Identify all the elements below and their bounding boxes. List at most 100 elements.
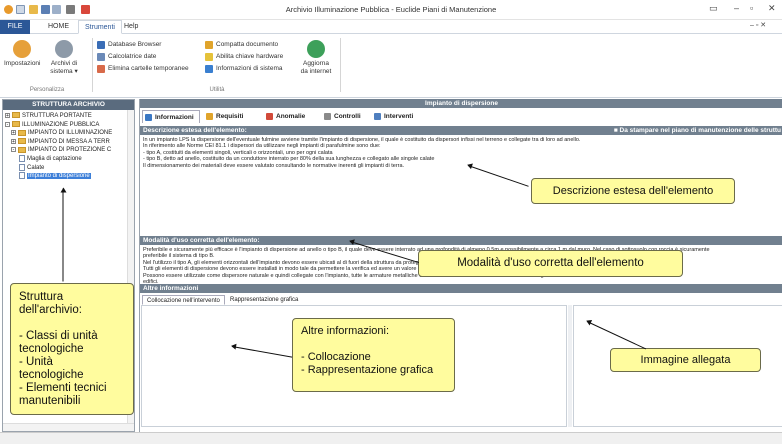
gear-icon: [55, 40, 73, 58]
doc-tab[interactable]: Controlli: [322, 110, 368, 123]
title-bar: Archivio Illuminazione Pubblica - Euclid…: [0, 0, 782, 20]
callout-descrizione: Descrizione estesa dell'elemento: [531, 178, 735, 204]
impostazioni-button[interactable]: Impostazioni: [4, 40, 41, 68]
tab-collocazione[interactable]: Collocazione nell'intervento: [142, 295, 225, 305]
callout-immagine: Immagine allegata: [610, 348, 761, 372]
maximize-icon[interactable]: ▫: [750, 3, 753, 13]
informazioni-sistema-button[interactable]: Informazioni di sistema: [205, 64, 282, 74]
doc-tab[interactable]: Anomalie: [264, 110, 318, 123]
ribbon: Impostazioni Archivi di sistema ▾ Databa…: [0, 34, 782, 98]
expand-icon[interactable]: +: [5, 112, 10, 118]
element-title: Impianto di dispersione: [140, 99, 782, 108]
tab-strumenti[interactable]: Strumenti: [78, 20, 122, 34]
status-bar: [0, 432, 782, 444]
compatta-documento-button[interactable]: Compatta documento: [205, 40, 278, 50]
callout-line: [19, 317, 125, 330]
calculator-icon: [97, 53, 105, 61]
expand-icon[interactable]: -: [11, 147, 16, 153]
tab-icon: [374, 113, 381, 120]
tree-item-label: IMPIANTO DI ILLUMINAZIONE: [28, 130, 113, 137]
restore-icon[interactable]: ▭: [709, 3, 718, 14]
callout-line: [301, 338, 446, 351]
callout-line: Altre informazioni:: [301, 325, 390, 337]
tab-icon: [145, 114, 152, 121]
eraser-icon: [97, 65, 105, 73]
tab-help[interactable]: Help: [118, 20, 144, 34]
callout-line: - Elementi tecnici: [19, 382, 107, 394]
tab-icon: [324, 113, 331, 120]
document-icon: [19, 155, 25, 162]
tree-item-label: IMPIANTO DI MESSA A TERR: [28, 138, 110, 145]
tree-item-label: Maglia di captazione: [27, 156, 82, 163]
callout-line: manutenibili: [19, 395, 81, 407]
expand-icon[interactable]: +: [11, 138, 16, 144]
horizontal-scrollbar[interactable]: [3, 423, 134, 431]
tab-file[interactable]: FILE: [0, 20, 30, 34]
close-icon[interactable]: ✕: [768, 3, 776, 14]
group-utilita-label: Utilità: [209, 87, 225, 93]
folder-icon: [18, 138, 26, 145]
description-header: Descrizione estesa dell'elemento: ■ Da s…: [140, 126, 782, 135]
tab-icon: [206, 113, 213, 120]
doc-tab[interactable]: Interventi: [372, 110, 428, 123]
tree-item-label: Calate: [27, 164, 45, 171]
tab-rappresentazione[interactable]: Rappresentazione grafica: [226, 295, 302, 305]
key-icon: [205, 53, 213, 61]
callout-line: - Rappresentazione grafica: [301, 364, 434, 376]
elimina-cartelle-button[interactable]: Elimina cartelle temporanee: [97, 64, 189, 74]
tab-home[interactable]: HOME: [42, 20, 75, 34]
expand-icon[interactable]: +: [11, 130, 16, 136]
minimize-icon[interactable]: –: [734, 3, 739, 13]
tree-item-label: ILLUMINAZIONE PUBBLICA: [22, 121, 100, 128]
splitter[interactable]: [568, 305, 572, 427]
panel-title: STRUTTURA ARCHIVIO: [3, 100, 134, 110]
tree-item-label: STRUTTURA PORTANTE: [22, 113, 92, 119]
callout-line: - Unità: [19, 356, 53, 368]
archivi-sistema-button[interactable]: Archivi di sistema ▾: [44, 40, 84, 76]
folder-icon: [18, 146, 26, 153]
callout-line: tecnologiche: [19, 343, 84, 355]
text-line: In un impianto LPS la dispersione dell'e…: [143, 137, 581, 143]
document-icon: [19, 172, 25, 180]
callout-struttura: Struttura dell'archivio: - Classi di unità…: [10, 283, 134, 415]
folder-icon: [18, 129, 26, 136]
altre-informazioni-header: Altre informazioni: [140, 284, 782, 293]
text-line: - tipo B, detto ad anello, costituito da…: [143, 156, 435, 163]
callout-line: - Classi di unità: [19, 330, 98, 342]
settings-icon: [13, 40, 31, 58]
windows-icon: [205, 65, 213, 73]
tab-icon: [266, 113, 273, 120]
folder-icon: [12, 112, 20, 119]
callout-line: Struttura: [19, 291, 64, 303]
database-browser-button[interactable]: Database Browser: [97, 40, 161, 50]
arrow-struttura: [62, 188, 64, 282]
print-flag-checkbox[interactable]: ■ Da stampare nel piano di manutenzione …: [614, 126, 781, 135]
ribbon-minimize-icon[interactable]: – ▫ ✕: [750, 21, 766, 29]
text-line: In riferimento alle Norme CEI 81.1 i dis…: [143, 143, 381, 150]
tree-item-label: Impianto di dispersione: [27, 173, 91, 180]
doc-tab[interactable]: Informazioni: [142, 110, 200, 123]
doc-tab[interactable]: Requisiti: [204, 110, 260, 123]
calcolatrice-date-button[interactable]: Calcolatrice date: [97, 52, 156, 62]
callout-line: tecnologiche: [19, 369, 84, 381]
folder-icon: [12, 121, 20, 128]
text-line: - tipo A, costituiti da elementi singoli…: [143, 149, 333, 156]
compact-icon: [205, 41, 213, 49]
database-icon: [97, 41, 105, 49]
text-line: Il dimensionamento dei materiali deve es…: [143, 162, 405, 169]
callout-line: dell'archivio:: [19, 304, 82, 316]
tree-item[interactable]: Impianto di dispersione: [19, 172, 91, 181]
globe-icon: [307, 40, 325, 58]
group-personalizza-label: Personalizza: [29, 87, 65, 93]
window-title: Archivio Illuminazione Pubblica - Euclid…: [285, 5, 497, 14]
abilita-chiave-button[interactable]: Abilita chiave hardware: [205, 52, 283, 62]
aggiorna-internet-button[interactable]: Aggiorna da internet: [296, 40, 336, 76]
ribbon-tabs: FILE HOME Strumenti Help – ▫ ✕: [0, 20, 782, 34]
text-line: preferibile il sistema di tipo B.: [143, 253, 215, 260]
expand-icon[interactable]: -: [5, 121, 10, 127]
callout-line: - Collocazione: [301, 351, 371, 363]
document-icon: [19, 163, 25, 171]
tree-item-label: IMPIANTO DI PROTEZIONE C: [28, 147, 112, 154]
uso-header: Modalità d'uso corretta dell'elemento:: [140, 236, 782, 245]
callout-modalita: Modalità d'uso corretta dell'elemento: [418, 250, 683, 277]
